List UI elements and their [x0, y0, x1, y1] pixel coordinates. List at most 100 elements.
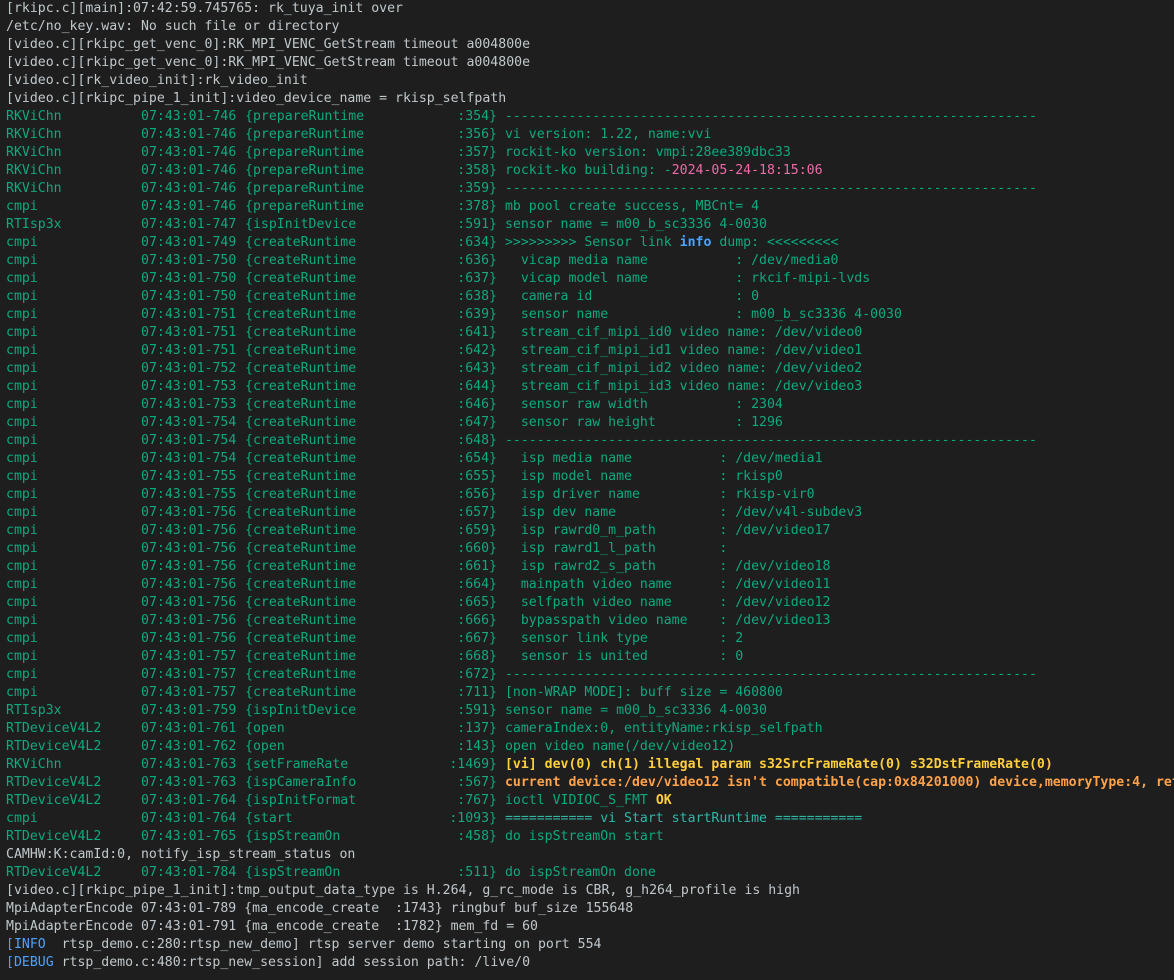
- log-function: {createRuntime: [245, 307, 357, 322]
- log-line: RTDeviceV4L2 07:43:01-765 {ispStreamOn:458…: [6, 828, 1174, 846]
- log-timestamp: 07:43:01-746: [141, 145, 237, 160]
- log-tag: cmpi: [6, 469, 38, 484]
- log-message: sensor name : m00_b_sc3336 4-0030: [504, 307, 902, 322]
- log-message: 2024-05-24-18:15:06: [671, 163, 823, 178]
- log-function: {createRuntime: [245, 613, 357, 628]
- log-tag: cmpi: [6, 379, 38, 394]
- log-tag: cmpi: [6, 667, 38, 682]
- log-function: {createRuntime: [245, 361, 357, 376]
- terminal-output[interactable]: [rkipc.c][main]:07:42:59.745765: rk_tuya…: [6, 0, 1174, 980]
- log-line: RKViChn 07:43:01-763 {setFrameRate:1469} […: [6, 756, 1174, 774]
- log-line: cmpi 07:43:01-752 {createRuntime:643} stre…: [6, 360, 1174, 378]
- log-line: RTDeviceV4L2 07:43:01-764 {ispInitFormat:7…: [6, 792, 1174, 810]
- log-function: {createRuntime: [245, 685, 357, 700]
- log-timestamp: 07:43:01-764: [141, 811, 237, 826]
- log-timestamp: 07:43:01-752: [141, 361, 237, 376]
- log-text: [rkipc.c][main]:07:42:59.745765: rk_tuya…: [6, 1, 403, 16]
- log-line: [video.c][rkipc_get_venc_0]:RK_MPI_VENC_…: [6, 36, 1174, 54]
- log-tag: cmpi: [6, 451, 38, 466]
- log-line-number: :458}: [457, 829, 497, 844]
- log-line: RKViChn 07:43:01-746 {prepareRuntime:359} …: [6, 180, 1174, 198]
- log-tag: cmpi: [6, 397, 38, 412]
- log-line-number: :661}: [457, 559, 497, 574]
- log-message: vicap model name : rkcif-mipi-lvds: [504, 271, 871, 286]
- log-line: cmpi 07:43:01-754 {createRuntime:647} sens…: [6, 414, 1174, 432]
- log-line-number: :357}: [457, 145, 497, 160]
- log-message: sensor link type : 2: [504, 631, 744, 646]
- log-line-number: :666}: [457, 613, 497, 628]
- log-tag: RKViChn: [6, 127, 62, 142]
- log-timestamp: 07:43:01-756: [141, 631, 237, 646]
- log-message: sensor name = m00_b_sc3336 4-0030: [504, 703, 767, 718]
- log-function: {createRuntime: [245, 577, 357, 592]
- log-line-number: :636}: [457, 253, 497, 268]
- log-tag: cmpi: [6, 253, 38, 268]
- log-tag: cmpi: [6, 559, 38, 574]
- log-timestamp: 07:43:01-762: [141, 739, 237, 754]
- log-function: {createRuntime: [245, 343, 357, 358]
- log-text: rtsp_demo.c:480:rtsp_new_session] add se…: [53, 955, 531, 970]
- log-function: {createRuntime: [245, 397, 357, 412]
- log-timestamp: 07:43:01-757: [141, 685, 237, 700]
- log-tag: RTDeviceV4L2: [6, 829, 102, 844]
- log-line-number: :591}: [457, 703, 497, 718]
- log-timestamp: 07:43:01-759: [141, 703, 237, 718]
- log-line: cmpi 07:43:01-756 {createRuntime:664} main…: [6, 576, 1174, 594]
- log-tag: cmpi: [6, 811, 38, 826]
- log-line-number: :647}: [457, 415, 497, 430]
- log-timestamp: 07:43:01-751: [141, 325, 237, 340]
- log-timestamp: 07:43:01-746: [141, 163, 237, 178]
- log-line-number: :591}: [457, 217, 497, 232]
- log-message: [non-WRAP MODE]: buff size = 460800: [504, 685, 783, 700]
- log-tag: cmpi: [6, 235, 38, 250]
- log-timestamp: 07:43:01-746: [141, 127, 237, 142]
- log-function: {open: [245, 739, 285, 754]
- log-line: cmpi 07:43:01-756 {createRuntime:666} bypa…: [6, 612, 1174, 630]
- log-message: =========== vi Start startRuntime ======…: [504, 811, 863, 826]
- log-timestamp: 07:43:01-756: [141, 559, 237, 574]
- log-line-number: :378}: [457, 199, 497, 214]
- log-function: {prepareRuntime: [245, 199, 365, 214]
- log-function: {createRuntime: [245, 253, 357, 268]
- log-message: stream_cif_mipi_id1 video name: /dev/vid…: [504, 343, 863, 358]
- log-level: [DEBUG: [6, 955, 54, 970]
- log-tag: RKViChn: [6, 181, 62, 196]
- log-message: sensor is united : 0: [504, 649, 744, 664]
- log-line: cmpi 07:43:01-755 {createRuntime:655} isp …: [6, 468, 1174, 486]
- log-function: {prepareRuntime: [245, 181, 365, 196]
- log-text: rtsp_demo.c:280:rtsp_new_demo] rtsp serv…: [53, 937, 602, 952]
- log-timestamp: 07:43:01-753: [141, 397, 237, 412]
- log-tag: RTDeviceV4L2: [6, 739, 102, 754]
- log-line: cmpi 07:43:01-754 {createRuntime:654} isp …: [6, 450, 1174, 468]
- log-tag: RKViChn: [6, 163, 62, 178]
- log-line: RTIsp3x 07:43:01-759 {ispInitDevice:591} s…: [6, 702, 1174, 720]
- log-text: [video.c][rkipc_get_venc_0]:RK_MPI_VENC_…: [6, 55, 531, 70]
- log-line-number: :767}: [457, 793, 497, 808]
- log-timestamp: 07:43:01-750: [141, 289, 237, 304]
- log-line-number: :634}: [457, 235, 497, 250]
- log-line-number: :648}: [457, 433, 497, 448]
- log-function: {prepareRuntime: [245, 163, 365, 178]
- log-tag: cmpi: [6, 577, 38, 592]
- log-message: isp driver name : rkisp-vir0: [504, 487, 815, 502]
- log-message: sensor raw width : 2304: [504, 397, 783, 412]
- log-line: cmpi 07:43:01-749 {createRuntime:634} >>>>…: [6, 234, 1174, 252]
- log-tag: cmpi: [6, 289, 38, 304]
- log-line: RTDeviceV4L2 07:43:01-784 {ispStreamOn:511…: [6, 864, 1174, 882]
- log-line: cmpi 07:43:01-746 {prepareRuntime:378} mb …: [6, 198, 1174, 216]
- log-tag: cmpi: [6, 271, 38, 286]
- log-function: {createRuntime: [245, 649, 357, 664]
- log-function: {createRuntime: [245, 289, 357, 304]
- log-line: CAMHW:K:camId:0, notify_isp_stream_statu…: [6, 846, 1174, 864]
- log-tag: cmpi: [6, 343, 38, 358]
- log-timestamp: 07:43:01-757: [141, 667, 237, 682]
- log-message: info: [679, 235, 712, 250]
- log-function: {createRuntime: [245, 325, 357, 340]
- log-function: {prepareRuntime: [245, 145, 365, 160]
- log-timestamp: 07:43:01-755: [141, 469, 237, 484]
- log-timestamp: 07:43:01-757: [141, 649, 237, 664]
- log-function: {createRuntime: [245, 487, 357, 502]
- log-line: cmpi 07:43:01-756 {createRuntime:657} isp …: [6, 504, 1174, 522]
- log-line: [INFO rtsp_demo.c:280:rtsp_new_demo] rts…: [6, 936, 1174, 954]
- log-message: vi version: 1.22, name:vvi: [504, 127, 712, 142]
